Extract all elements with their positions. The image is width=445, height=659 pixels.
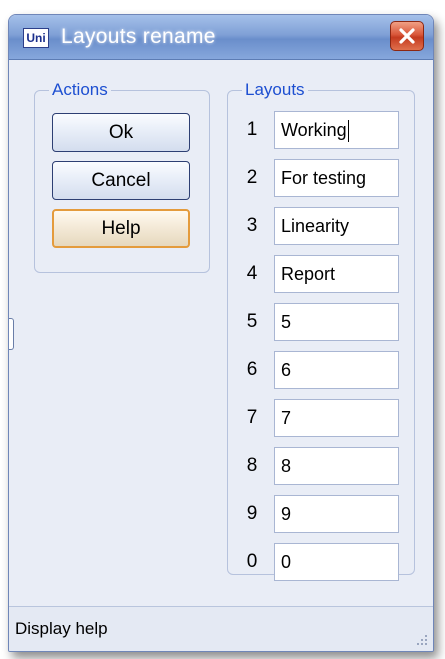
close-icon <box>399 28 415 44</box>
actions-group-legend: Actions <box>49 81 111 99</box>
layout-name-field[interactable]: 7 <box>274 399 399 437</box>
size-grip-icon[interactable] <box>415 633 429 647</box>
app-icon-label: Uni <box>26 31 46 45</box>
text-caret <box>347 120 349 143</box>
layouts-group-legend: Layouts <box>242 81 308 99</box>
layout-row-number: 2 <box>246 167 258 188</box>
layout-name-field[interactable]: 5 <box>274 303 399 341</box>
layout-name-field[interactable]: 0 <box>274 543 399 581</box>
layout-name-field[interactable]: Working <box>274 111 399 149</box>
layout-row-number: 4 <box>246 263 258 284</box>
layout-row-number: 1 <box>246 119 258 140</box>
help-button[interactable]: Help <box>52 209 190 248</box>
layout-name-value: Working <box>281 120 347 140</box>
layout-name-field[interactable]: Linearity <box>274 207 399 245</box>
window-title: Layouts rename <box>61 25 216 48</box>
layout-name-field[interactable]: For testing <box>274 159 399 197</box>
title-bar[interactable]: Uni Layouts rename <box>9 15 433 60</box>
layout-name-field[interactable]: 9 <box>274 495 399 533</box>
dialog-client-area: Actions Ok Cancel Help Layouts 1 Working… <box>9 60 433 605</box>
close-button[interactable] <box>390 21 424 51</box>
status-bar: Display help <box>9 606 433 651</box>
layout-row-number: 3 <box>246 215 258 236</box>
layout-name-field[interactable]: 8 <box>274 447 399 485</box>
layout-name-field[interactable]: Report <box>274 255 399 293</box>
layout-row-number: 7 <box>246 407 258 428</box>
cancel-button[interactable]: Cancel <box>52 161 190 200</box>
layout-row-number: 6 <box>246 359 258 380</box>
status-text: Display help <box>15 619 108 638</box>
layout-row-number: 5 <box>246 311 258 332</box>
layout-row-number: 9 <box>246 503 258 524</box>
layout-row-number: 0 <box>246 551 258 572</box>
ok-button[interactable]: Ok <box>52 113 190 152</box>
layout-row-number: 8 <box>246 455 258 476</box>
layout-name-field[interactable]: 6 <box>274 351 399 389</box>
layouts-rename-dialog: Uni Layouts rename Actions Ok Cancel Hel… <box>8 14 434 652</box>
splitter-handle[interactable] <box>9 318 14 350</box>
app-icon[interactable]: Uni <box>23 28 49 48</box>
